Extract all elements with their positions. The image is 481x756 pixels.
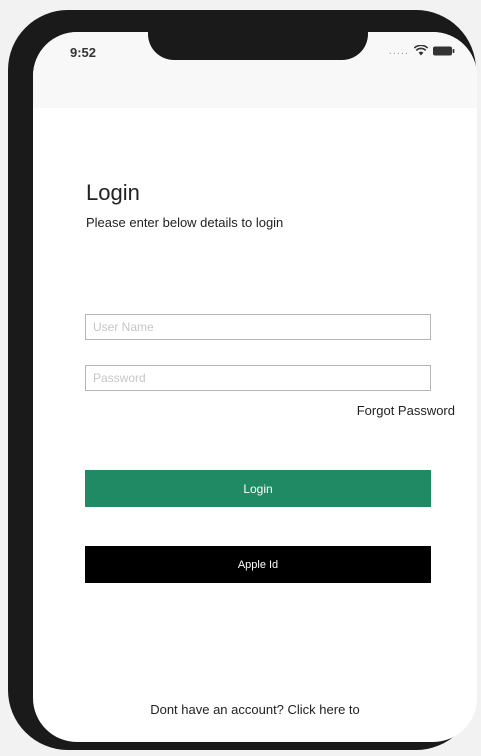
status-bar: 9:52 ..... [33, 32, 477, 108]
phone-frame: 9:52 ..... Login Please enter below deta… [8, 10, 477, 750]
battery-icon [433, 46, 455, 56]
login-button[interactable]: Login [85, 470, 431, 507]
password-input[interactable] [85, 365, 431, 391]
signup-link[interactable]: Dont have an account? Click here to [33, 702, 477, 717]
signal-icon: ..... [388, 44, 409, 57]
page-subtitle: Please enter below details to login [86, 215, 284, 230]
notch [148, 32, 368, 60]
forgot-password-link[interactable]: Forgot Password [357, 403, 455, 418]
page-title: Login [86, 180, 140, 205]
status-icons: ..... [389, 45, 455, 56]
phone-screen: 9:52 ..... Login Please enter below deta… [33, 32, 477, 742]
apple-id-button[interactable]: Apple Id [85, 546, 431, 583]
status-time: 9:52 [70, 45, 97, 60]
username-input[interactable] [85, 314, 431, 340]
wifi-icon [414, 45, 428, 56]
